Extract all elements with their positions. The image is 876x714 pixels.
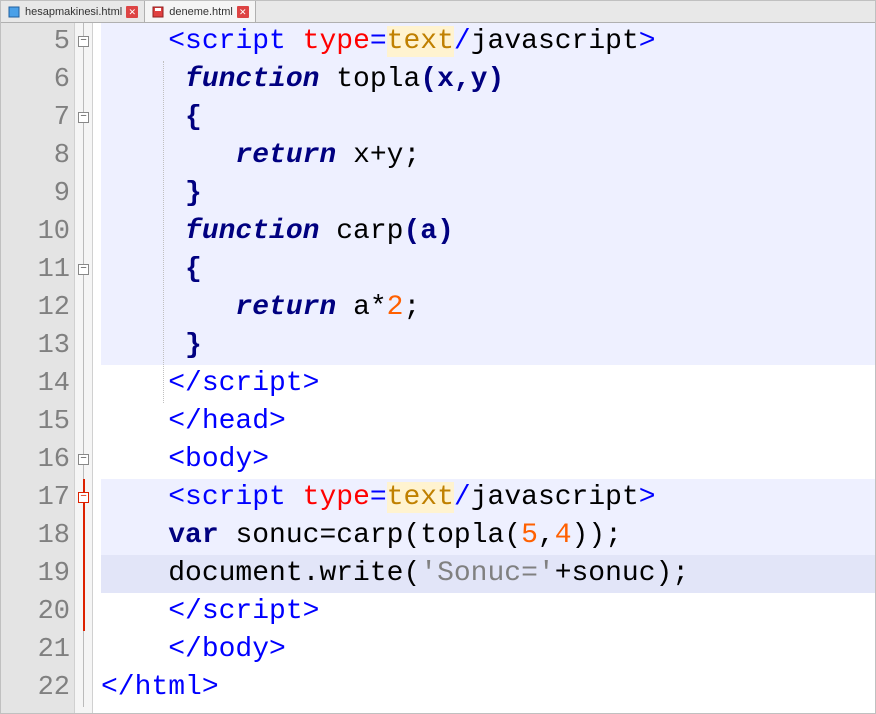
code-line[interactable]: </script> — [101, 593, 875, 631]
file-icon — [7, 5, 21, 19]
line-number: 21 — [1, 631, 70, 669]
code-area[interactable]: <script type=text/javascript> function t… — [93, 23, 875, 713]
code-line[interactable]: </html> — [101, 669, 875, 707]
code-line[interactable]: function carp(a) — [101, 213, 875, 251]
tab-hesapmakinesi[interactable]: hesapmakinesi.html ✕ — [1, 1, 145, 22]
line-number: 19 — [1, 555, 70, 593]
close-icon[interactable]: ✕ — [237, 6, 249, 18]
line-number: 7 — [1, 99, 70, 137]
line-number: 20 — [1, 593, 70, 631]
tab-bar: hesapmakinesi.html ✕ deneme.html ✕ — [1, 1, 875, 23]
code-line[interactable]: return x+y; — [101, 137, 875, 175]
line-number: 6 — [1, 61, 70, 99]
fold-toggle[interactable]: − — [78, 264, 89, 275]
line-number: 5 — [1, 23, 70, 61]
fold-column: − − − − − — [75, 23, 93, 713]
tab-label: deneme.html — [169, 6, 233, 18]
code-line[interactable]: { — [101, 99, 875, 137]
fold-toggle[interactable]: − — [78, 492, 89, 503]
fold-toggle[interactable]: − — [78, 454, 89, 465]
code-line[interactable]: return a*2; — [101, 289, 875, 327]
code-line[interactable]: </body> — [101, 631, 875, 669]
line-number: 15 — [1, 403, 70, 441]
line-number: 11 — [1, 251, 70, 289]
code-line[interactable]: { — [101, 251, 875, 289]
code-line[interactable]: var sonuc=carp(topla(5,4)); — [101, 517, 875, 555]
code-line[interactable]: function topla(x,y) — [101, 61, 875, 99]
code-line[interactable]: } — [101, 327, 875, 365]
line-number: 22 — [1, 669, 70, 707]
close-icon[interactable]: ✕ — [126, 6, 138, 18]
code-line-current[interactable]: document.write('Sonuc='+sonuc); — [101, 555, 875, 593]
code-line[interactable]: <body> — [101, 441, 875, 479]
code-line[interactable]: <script type=text/javascript> — [101, 23, 875, 61]
code-line[interactable]: <script type=text/javascript> — [101, 479, 875, 517]
line-number: 12 — [1, 289, 70, 327]
code-line[interactable]: </head> — [101, 403, 875, 441]
fold-toggle[interactable]: − — [78, 36, 89, 47]
line-number: 8 — [1, 137, 70, 175]
code-editor[interactable]: 5 6 7 8 9 10 11 12 13 14 15 16 17 18 19 … — [1, 23, 875, 713]
line-number: 16 — [1, 441, 70, 479]
line-number: 14 — [1, 365, 70, 403]
tab-label: hesapmakinesi.html — [25, 6, 122, 18]
code-line[interactable]: </script> — [101, 365, 875, 403]
code-line[interactable]: } — [101, 175, 875, 213]
line-number: 13 — [1, 327, 70, 365]
line-number-gutter: 5 6 7 8 9 10 11 12 13 14 15 16 17 18 19 … — [1, 23, 75, 713]
file-unsaved-icon — [151, 5, 165, 19]
indent-guide — [163, 61, 164, 403]
line-number: 9 — [1, 175, 70, 213]
line-number: 18 — [1, 517, 70, 555]
fold-toggle[interactable]: − — [78, 112, 89, 123]
line-number: 17 — [1, 479, 70, 517]
line-number: 10 — [1, 213, 70, 251]
tab-deneme[interactable]: deneme.html ✕ — [145, 1, 256, 22]
